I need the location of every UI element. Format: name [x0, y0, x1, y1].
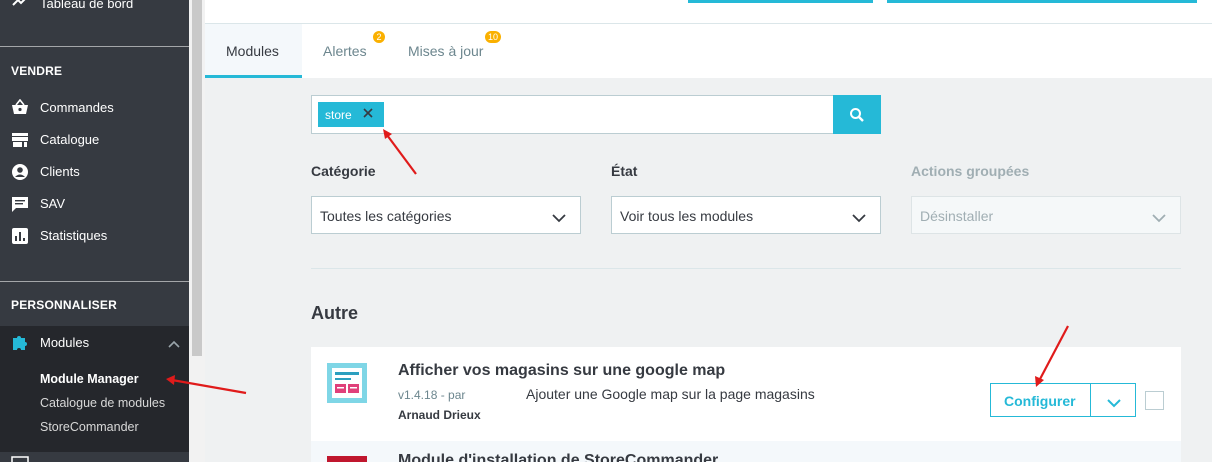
- sidebar-item-label: Modules: [40, 335, 90, 350]
- tab-alerts[interactable]: Alertes 2: [302, 24, 385, 78]
- sidebar-item-stats[interactable]: Statistiques: [0, 221, 189, 249]
- notification-badge: 2: [373, 31, 385, 43]
- state-select[interactable]: Voir tous les modules: [611, 196, 881, 234]
- sidebar-item-label: Tableau de bord: [40, 0, 134, 11]
- store-icon: [11, 131, 29, 149]
- search-tag-chip[interactable]: store: [318, 102, 384, 127]
- module-select-checkbox[interactable]: [1145, 391, 1164, 410]
- notification-badge: 10: [485, 31, 502, 43]
- tab-modules[interactable]: Modules: [205, 24, 302, 78]
- module-actions-dropdown[interactable]: [1090, 383, 1136, 417]
- sidebar-item-customers[interactable]: Clients: [0, 157, 189, 185]
- sidebar-item-module-manager[interactable]: Module Manager: [40, 372, 139, 386]
- search-icon: [849, 107, 865, 128]
- chevron-down-icon: [552, 210, 566, 226]
- sidebar-section-title: PERSONNALISER: [11, 298, 117, 312]
- sidebar-item-label: Commandes: [40, 100, 114, 115]
- sidebar-divider: [0, 281, 189, 282]
- sidebar-item-next[interactable]: [0, 452, 189, 462]
- sidebar-item-module-catalog[interactable]: Catalogue de modules: [40, 396, 165, 410]
- module-description: Ajouter une Google map sur la page magas…: [526, 386, 815, 402]
- module-author: Arnaud Drieux: [398, 408, 481, 422]
- store-map-module-icon: [327, 363, 367, 403]
- sidebar-item-dashboard[interactable]: Tableau de bord: [0, 0, 189, 12]
- module-name: Afficher vos magasins sur une google map: [398, 362, 726, 379]
- tab-bar: Modules Alertes 2 Mises à jour 10: [205, 24, 1212, 78]
- sidebar-item-orders[interactable]: Commandes: [0, 93, 189, 121]
- sidebar-divider: [0, 46, 189, 47]
- search-button[interactable]: [833, 95, 881, 134]
- category-select[interactable]: Toutes les catégories: [311, 196, 581, 234]
- configure-button-label: Configurer: [1004, 393, 1076, 409]
- category-filter-label: Catégorie: [311, 163, 376, 179]
- sidebar-item-label: Catalogue: [40, 132, 100, 147]
- module-search-input[interactable]: store: [311, 95, 834, 134]
- chevron-down-icon: [1107, 395, 1121, 413]
- module-group-title: Autre: [311, 303, 359, 323]
- stats-icon: [11, 227, 29, 245]
- storecommander-module-icon: [327, 456, 367, 462]
- page-header: [205, 0, 1212, 24]
- sidebar-submenu: Module Manager Catalogue de modules Stor…: [0, 358, 189, 452]
- sidebar-item-storecommander[interactable]: StoreCommander: [40, 420, 139, 434]
- chevron-down-icon: [852, 210, 866, 226]
- sidebar-scrollbar-thumb[interactable]: [192, 0, 202, 356]
- search-tag-label: store: [325, 108, 352, 122]
- category-select-value: Toutes les catégories: [320, 208, 452, 224]
- monitor-icon: [11, 456, 29, 462]
- state-select-value: Voir tous les modules: [620, 208, 754, 224]
- bulk-actions-value: Désinstaller: [920, 208, 994, 224]
- sidebar: Tableau de bord VENDRE Commandes Catalog…: [0, 0, 189, 462]
- tab-label: Mises à jour: [408, 43, 484, 59]
- header-button[interactable]: [887, 0, 1197, 3]
- module-name: Module d'installation de StoreCommander: [398, 452, 719, 462]
- basket-icon: [11, 98, 29, 117]
- sidebar-section-title: VENDRE: [11, 64, 63, 78]
- module-version: v1.4.18 - par: [398, 388, 466, 402]
- sidebar-item-sav[interactable]: SAV: [0, 189, 189, 217]
- sidebar-item-label: Statistiques: [40, 228, 108, 243]
- puzzle-icon: [11, 333, 29, 354]
- module-card: Afficher vos magasins sur une google map…: [311, 347, 1181, 441]
- header-button[interactable]: [688, 0, 873, 3]
- state-filter-label: État: [611, 163, 638, 179]
- sidebar-item-label: SAV: [40, 196, 66, 211]
- configure-button[interactable]: Configurer: [990, 383, 1091, 417]
- tab-updates[interactable]: Mises à jour 10: [388, 24, 508, 78]
- bulk-actions-select: Désinstaller: [911, 196, 1181, 234]
- bulk-actions-label: Actions groupées: [911, 163, 1030, 179]
- chevron-down-icon: [1152, 210, 1166, 226]
- chevron-up-icon: [168, 336, 180, 351]
- trending-up-icon: [12, 0, 28, 10]
- account-icon: [11, 163, 29, 181]
- module-card: Module d'installation de StoreCommander: [311, 441, 1181, 462]
- sidebar-item-modules[interactable]: Modules: [0, 326, 189, 358]
- sidebar-item-catalog[interactable]: Catalogue: [0, 125, 189, 153]
- divider: [311, 268, 1181, 269]
- tab-label: Alertes: [323, 43, 367, 59]
- sidebar-item-label: Clients: [40, 164, 80, 179]
- tab-label: Modules: [226, 43, 279, 59]
- annotation-arrow: [383, 129, 417, 175]
- close-icon[interactable]: [362, 107, 374, 122]
- chat-icon: [11, 195, 29, 213]
